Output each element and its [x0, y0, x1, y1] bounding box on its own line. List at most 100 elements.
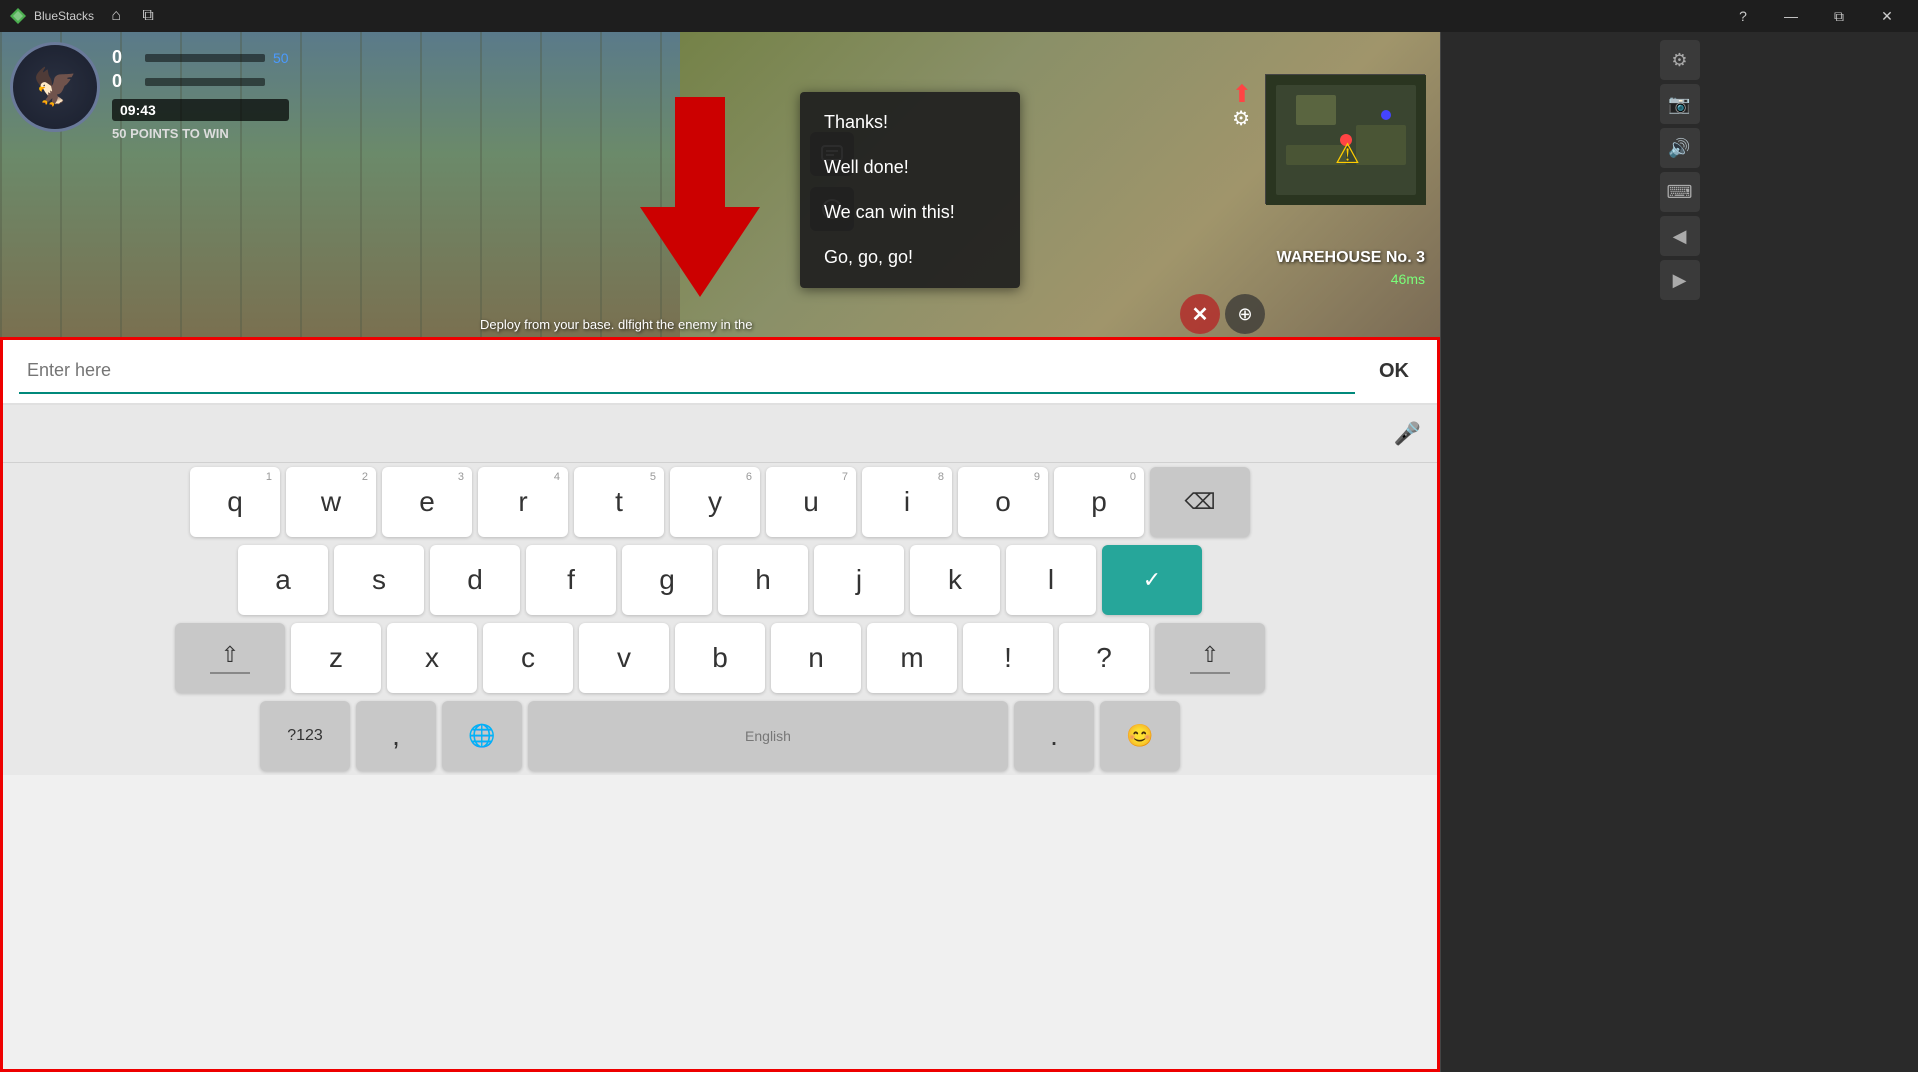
- chat-option-wecanwin[interactable]: We can win this!: [800, 190, 1020, 235]
- key-p[interactable]: 0p: [1054, 467, 1144, 537]
- multi-instance-button[interactable]: ⧉: [134, 2, 162, 30]
- score-bar-bg-blue: [145, 54, 265, 62]
- red-arrow-container: [640, 97, 760, 302]
- key-r[interactable]: 4r: [478, 467, 568, 537]
- keyboard-row-4: ?123 , 🌐 English . 😊: [3, 697, 1437, 775]
- minimize-button[interactable]: —: [1768, 0, 1814, 32]
- sidebar-btn-2[interactable]: 📷: [1660, 84, 1700, 124]
- shift-underline-right: [1190, 672, 1230, 674]
- key-shift-left[interactable]: ⇧: [175, 623, 285, 693]
- map-close-button[interactable]: ✕: [1180, 294, 1220, 334]
- restore-button[interactable]: ⧉: [1816, 0, 1862, 32]
- sidebar-btn-5[interactable]: ◀: [1660, 216, 1700, 256]
- key-d[interactable]: d: [430, 545, 520, 615]
- key-o[interactable]: 9o: [958, 467, 1048, 537]
- keyboard-body: 🎤 1q 2w 3e 4r 5t 6y 7u 8i 9o 0p ⌫ a s d: [3, 405, 1437, 775]
- nav-buttons: ⌂ ⧉: [102, 2, 162, 30]
- game-timer: 09:43: [112, 99, 289, 121]
- team-logo-icon: 🦅: [33, 66, 78, 108]
- map-direction-icon: ⬆: [1232, 80, 1252, 109]
- map-settings-icon[interactable]: ⚙: [1232, 106, 1250, 131]
- key-j[interactable]: j: [814, 545, 904, 615]
- num-hint-7: 7: [842, 471, 848, 483]
- sidebar-btn-6[interactable]: ▶: [1660, 260, 1700, 300]
- num-hint-0: 0: [1130, 471, 1136, 483]
- help-button[interactable]: ?: [1720, 0, 1766, 32]
- key-a[interactable]: a: [238, 545, 328, 615]
- key-l[interactable]: l: [1006, 545, 1096, 615]
- key-k[interactable]: k: [910, 545, 1000, 615]
- right-sidebar: ⚙ 📷 🔊 ⌨ ◀ ▶: [1440, 32, 1918, 1072]
- microphone-button[interactable]: 🎤: [1394, 421, 1421, 447]
- key-b[interactable]: b: [675, 623, 765, 693]
- key-v[interactable]: v: [579, 623, 669, 693]
- shift-underline-left: [210, 672, 250, 674]
- key-x[interactable]: x: [387, 623, 477, 693]
- key-f[interactable]: f: [526, 545, 616, 615]
- key-y[interactable]: 6y: [670, 467, 760, 537]
- key-i[interactable]: 8i: [862, 467, 952, 537]
- key-emoji[interactable]: 😊: [1100, 701, 1180, 771]
- key-exclamation[interactable]: !: [963, 623, 1053, 693]
- sidebar-btn-4[interactable]: ⌨: [1660, 172, 1700, 212]
- key-globe[interactable]: 🌐: [442, 701, 522, 771]
- app-name-label: BlueStacks: [34, 9, 94, 23]
- chat-option-thanks[interactable]: Thanks!: [800, 100, 1020, 145]
- app-logo: BlueStacks: [8, 6, 94, 26]
- num-hint-2: 2: [362, 471, 368, 483]
- key-q[interactable]: 1q: [190, 467, 280, 537]
- score-red: 0: [112, 71, 137, 92]
- num-hint-6: 6: [746, 471, 752, 483]
- home-nav-button[interactable]: ⌂: [102, 2, 130, 30]
- key-t[interactable]: 5t: [574, 467, 664, 537]
- key-c[interactable]: c: [483, 623, 573, 693]
- key-z[interactable]: z: [291, 623, 381, 693]
- latency-label: 46ms: [1391, 271, 1425, 287]
- red-arrow-icon: [640, 97, 760, 297]
- key-g[interactable]: g: [622, 545, 712, 615]
- score-row-red: 0: [112, 71, 289, 92]
- sidebar-btn-1[interactable]: ⚙: [1660, 40, 1700, 80]
- chat-option-welldone[interactable]: Well done!: [800, 145, 1020, 190]
- num-hint-1: 1: [266, 471, 272, 483]
- keyboard-container: OK 🎤 1q 2w 3e 4r 5t 6y 7u 8i 9o 0p ⌫: [0, 337, 1440, 1072]
- deploy-instruction-text: Deploy from your base. dlfight the enemy…: [480, 317, 752, 332]
- key-n[interactable]: n: [771, 623, 861, 693]
- sidebar-controls: ⚙ 📷 🔊 ⌨ ◀ ▶: [1441, 32, 1918, 308]
- chat-option-gogo[interactable]: Go, go, go!: [800, 235, 1020, 280]
- key-period[interactable]: .: [1014, 701, 1094, 771]
- game-area: 🦅 0 50 0 09:43 50 POINTS TO WIN: [0, 32, 1440, 337]
- keyboard-top-strip: 🎤: [3, 413, 1437, 463]
- key-h[interactable]: h: [718, 545, 808, 615]
- sidebar-btn-3[interactable]: 🔊: [1660, 128, 1700, 168]
- key-backspace[interactable]: ⌫: [1150, 467, 1250, 537]
- chat-menu: Thanks! Well done! We can win this! Go, …: [800, 92, 1020, 288]
- compass-button[interactable]: ⊕: [1225, 294, 1265, 334]
- input-bar: OK: [3, 340, 1437, 405]
- key-w[interactable]: 2w: [286, 467, 376, 537]
- map-name-label: WAREHOUSE No. 3: [1277, 249, 1425, 267]
- key-question[interactable]: ?: [1059, 623, 1149, 693]
- key-num-switch[interactable]: ?123: [260, 701, 350, 771]
- warning-icon: ⚠: [1335, 137, 1360, 170]
- key-shift-right[interactable]: ⇧: [1155, 623, 1265, 693]
- num-hint-3: 3: [458, 471, 464, 483]
- keyboard-row-2: a s d f g h j k l ✓: [3, 541, 1437, 619]
- ok-button[interactable]: OK: [1367, 352, 1421, 391]
- key-m[interactable]: m: [867, 623, 957, 693]
- key-comma[interactable]: ,: [356, 701, 436, 771]
- close-button[interactable]: ✕: [1864, 0, 1910, 32]
- num-hint-5: 5: [650, 471, 656, 483]
- key-e[interactable]: 3e: [382, 467, 472, 537]
- keyboard-row-1: 1q 2w 3e 4r 5t 6y 7u 8i 9o 0p ⌫: [3, 463, 1437, 541]
- text-input-field[interactable]: [19, 349, 1355, 394]
- key-space[interactable]: English: [528, 701, 1008, 771]
- bluestacks-icon: [8, 6, 28, 26]
- score-bar-bg-red: [145, 78, 265, 86]
- window-controls: ? — ⧉ ✕: [1720, 0, 1910, 32]
- team-emblem: 🦅: [10, 42, 100, 132]
- key-enter[interactable]: ✓: [1102, 545, 1202, 615]
- key-u[interactable]: 7u: [766, 467, 856, 537]
- score-target-label: 50: [273, 50, 289, 66]
- key-s[interactable]: s: [334, 545, 424, 615]
